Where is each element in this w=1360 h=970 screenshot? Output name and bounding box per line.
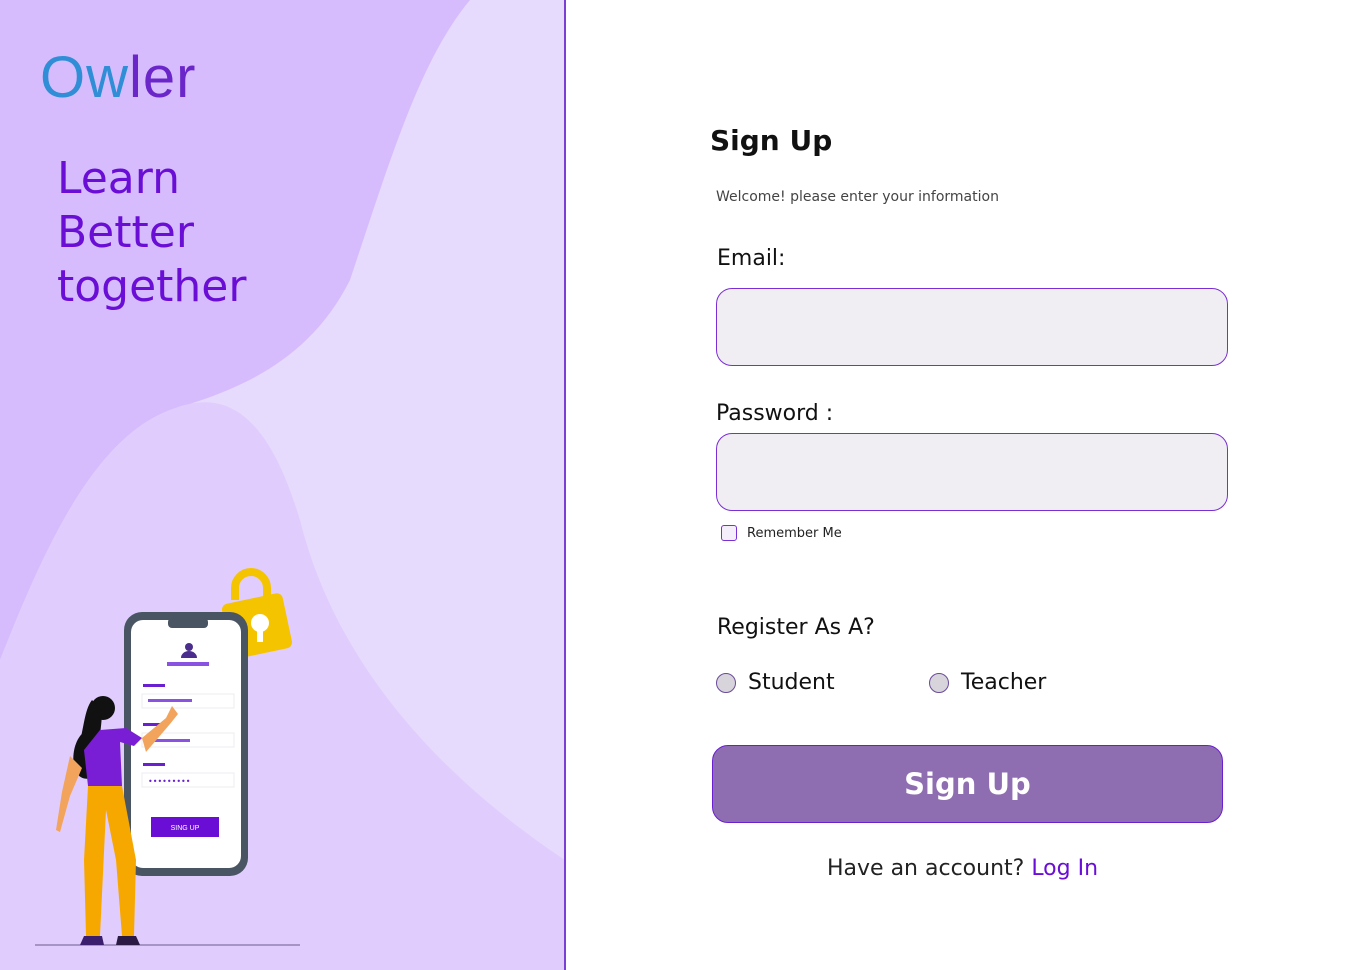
password-input[interactable]	[716, 433, 1228, 511]
owler-logo: Owler	[40, 45, 197, 110]
remember-me-row[interactable]: Remember Me	[721, 525, 842, 541]
signup-form-panel: Sign Up Welcome! please enter your infor…	[566, 0, 1360, 970]
role-student-option[interactable]: Student	[716, 670, 835, 695]
log-in-link[interactable]: Log In	[1031, 856, 1098, 881]
tagline-line-2: Better	[57, 207, 194, 258]
tagline-line-3: together	[57, 261, 247, 312]
email-input[interactable]	[716, 288, 1228, 366]
email-label: Email:	[717, 246, 786, 271]
login-prompt: Have an account?	[827, 856, 1025, 881]
svg-text:SING UP: SING UP	[171, 825, 200, 832]
form-subtitle: Welcome! please enter your information	[716, 189, 999, 205]
form-title: Sign Up	[710, 124, 833, 157]
remember-me-checkbox[interactable]	[721, 525, 737, 541]
teacher-radio[interactable]	[929, 672, 949, 693]
tagline-line-1: Learn	[57, 153, 180, 204]
brand-panel: Owler Learn Better together ••••••••• SI…	[0, 0, 565, 970]
signup-illustration: ••••••••• SING UP	[35, 568, 300, 946]
remember-me-label: Remember Me	[747, 525, 842, 541]
teacher-label: Teacher	[961, 670, 1047, 695]
role-teacher-option[interactable]: Teacher	[929, 670, 1046, 695]
sign-up-button[interactable]: Sign Up	[712, 745, 1223, 823]
student-label: Student	[748, 670, 835, 695]
student-radio[interactable]	[716, 672, 736, 693]
password-label: Password :	[716, 401, 834, 426]
register-as-label: Register As A?	[717, 615, 875, 640]
svg-text:•••••••••: •••••••••	[148, 777, 190, 786]
tagline: Learn Better together	[57, 152, 246, 314]
phone-icon: ••••••••• SING UP	[124, 612, 248, 876]
login-prompt-row: Have an account? Log In	[827, 856, 1098, 881]
